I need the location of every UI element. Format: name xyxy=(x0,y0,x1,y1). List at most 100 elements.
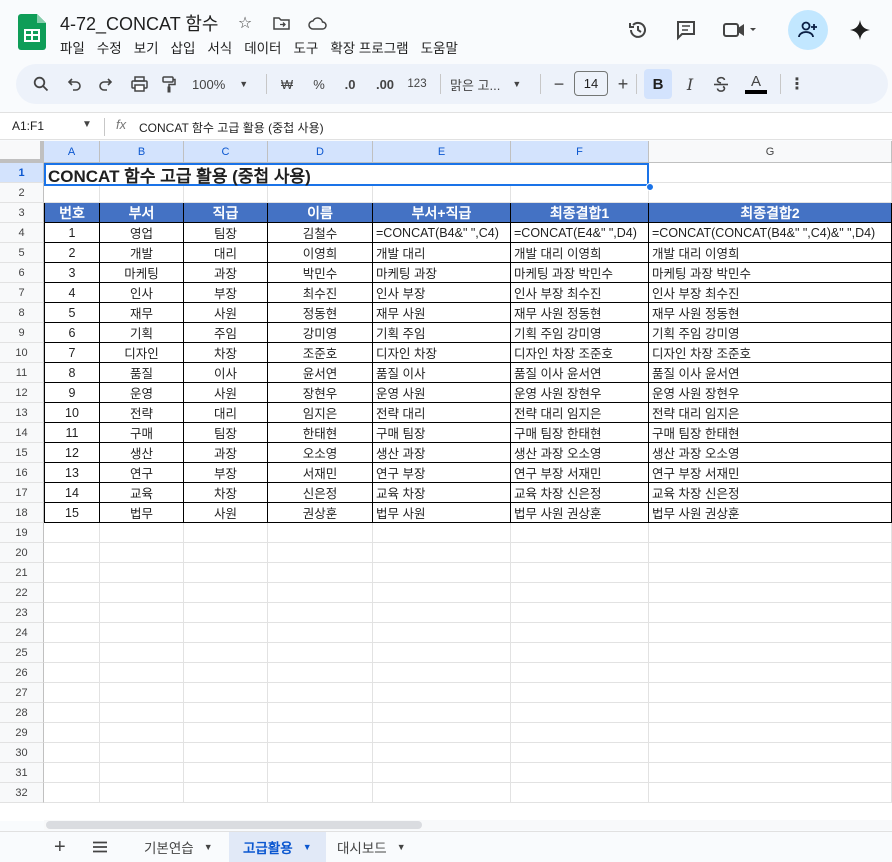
empty-cell[interactable] xyxy=(511,643,649,663)
table-cell[interactable]: 품질 이사 윤서연 xyxy=(649,363,892,383)
row-header[interactable]: 2 xyxy=(0,183,44,203)
table-cell[interactable]: 한태현 xyxy=(268,423,373,443)
empty-cell[interactable] xyxy=(268,623,373,643)
empty-cell[interactable] xyxy=(373,603,511,623)
empty-cell[interactable] xyxy=(268,763,373,783)
table-cell[interactable]: 서재민 xyxy=(268,463,373,483)
table-cell[interactable]: 마케팅 과장 박민수 xyxy=(649,263,892,283)
empty-cell[interactable] xyxy=(44,743,100,763)
font-select[interactable]: 맑은 고... ▼ xyxy=(450,72,530,96)
table-header-cell[interactable]: 부서 xyxy=(100,203,184,223)
table-cell[interactable]: 오소영 xyxy=(268,443,373,463)
empty-cell[interactable] xyxy=(44,603,100,623)
table-cell[interactable]: 마케팅 과장 박민수 xyxy=(511,263,649,283)
empty-cell[interactable] xyxy=(184,543,268,563)
increase-font-size-icon[interactable]: + xyxy=(614,72,632,96)
empty-cell[interactable] xyxy=(511,603,649,623)
empty-cell[interactable] xyxy=(268,543,373,563)
empty-cell[interactable] xyxy=(649,563,892,583)
empty-cell[interactable] xyxy=(373,623,511,643)
table-cell[interactable]: 디자인 차장 xyxy=(373,343,511,363)
table-cell[interactable]: 전략 xyxy=(100,403,184,423)
search-icon[interactable] xyxy=(30,72,52,96)
table-cell[interactable]: 과장 xyxy=(184,263,268,283)
empty-cell[interactable] xyxy=(184,683,268,703)
table-cell[interactable]: 권상훈 xyxy=(268,503,373,523)
row-header[interactable]: 23 xyxy=(0,603,44,623)
cloud-status-icon[interactable] xyxy=(306,12,328,34)
empty-cell[interactable] xyxy=(373,543,511,563)
menu-help[interactable]: 도움말 xyxy=(415,37,464,57)
table-header-cell[interactable]: 이름 xyxy=(268,203,373,223)
empty-cell[interactable] xyxy=(511,783,649,803)
italic-button[interactable]: I xyxy=(680,72,700,96)
menu-view[interactable]: 보기 xyxy=(128,37,165,57)
table-cell[interactable]: 이사 xyxy=(184,363,268,383)
empty-cell[interactable] xyxy=(100,643,184,663)
table-cell[interactable]: 전략 대리 xyxy=(373,403,511,423)
column-header[interactable]: B xyxy=(100,141,184,163)
chevron-down-icon[interactable]: ▼ xyxy=(82,119,92,130)
table-cell[interactable]: 8 xyxy=(44,363,100,383)
empty-cell[interactable] xyxy=(373,683,511,703)
empty-cell[interactable] xyxy=(649,523,892,543)
empty-cell[interactable] xyxy=(268,783,373,803)
empty-cell[interactable] xyxy=(649,763,892,783)
menu-insert[interactable]: 삽입 xyxy=(165,37,202,57)
empty-cell[interactable] xyxy=(649,183,892,203)
sheets-logo-icon[interactable] xyxy=(18,14,46,50)
empty-cell[interactable] xyxy=(268,703,373,723)
row-header[interactable]: 28 xyxy=(0,703,44,723)
sheet-tab-basic[interactable]: 기본연습 ▼ xyxy=(130,832,227,862)
empty-cell[interactable] xyxy=(100,523,184,543)
table-cell[interactable]: 인사 xyxy=(100,283,184,303)
empty-cell[interactable] xyxy=(100,603,184,623)
empty-cell[interactable] xyxy=(184,603,268,623)
table-cell[interactable]: 7 xyxy=(44,343,100,363)
column-header[interactable]: C xyxy=(184,141,268,163)
table-cell[interactable]: 기획 주임 강미영 xyxy=(511,323,649,343)
row-header[interactable]: 20 xyxy=(0,543,44,563)
table-cell[interactable]: 구매 xyxy=(100,423,184,443)
paint-format-icon[interactable] xyxy=(158,72,180,96)
table-cell[interactable]: 법무 xyxy=(100,503,184,523)
table-cell[interactable]: 임지은 xyxy=(268,403,373,423)
row-header[interactable]: 6 xyxy=(0,263,44,283)
column-header[interactable]: E xyxy=(373,141,511,163)
empty-cell[interactable] xyxy=(373,583,511,603)
table-cell[interactable]: 5 xyxy=(44,303,100,323)
row-header[interactable]: 27 xyxy=(0,683,44,703)
table-cell[interactable]: 기획 주임 xyxy=(373,323,511,343)
redo-icon[interactable] xyxy=(94,72,116,96)
table-cell[interactable]: =CONCAT(E4&" ",D4) xyxy=(511,223,649,243)
empty-cell[interactable] xyxy=(268,743,373,763)
empty-cell[interactable] xyxy=(268,523,373,543)
table-cell[interactable]: 9 xyxy=(44,383,100,403)
fill-handle[interactable] xyxy=(646,183,654,191)
empty-cell[interactable] xyxy=(268,723,373,743)
table-cell[interactable]: 기획 주임 강미영 xyxy=(649,323,892,343)
empty-cell[interactable] xyxy=(184,703,268,723)
meet-icon[interactable] xyxy=(718,14,762,46)
empty-cell[interactable] xyxy=(100,703,184,723)
empty-cell[interactable] xyxy=(184,723,268,743)
row-header[interactable]: 22 xyxy=(0,583,44,603)
table-cell[interactable]: 개발 대리 이영희 xyxy=(649,243,892,263)
row-header[interactable]: 7 xyxy=(0,283,44,303)
table-cell[interactable]: 강미영 xyxy=(268,323,373,343)
empty-cell[interactable] xyxy=(100,723,184,743)
table-cell[interactable]: 법무 사원 xyxy=(373,503,511,523)
row-header[interactable]: 15 xyxy=(0,443,44,463)
text-color-button[interactable]: A xyxy=(744,72,768,96)
row-header[interactable]: 21 xyxy=(0,563,44,583)
move-folder-icon[interactable] xyxy=(270,12,292,34)
strikethrough-icon[interactable] xyxy=(710,72,732,96)
row-header[interactable]: 30 xyxy=(0,743,44,763)
table-cell[interactable]: 교육 차장 신은정 xyxy=(511,483,649,503)
row-header[interactable]: 19 xyxy=(0,523,44,543)
table-cell[interactable]: 구매 팀장 한태현 xyxy=(511,423,649,443)
font-size-input[interactable]: 14 xyxy=(574,71,608,96)
empty-cell[interactable] xyxy=(44,663,100,683)
more-formats-button[interactable]: 123 xyxy=(404,72,430,96)
table-cell[interactable]: 법무 사원 권상훈 xyxy=(649,503,892,523)
